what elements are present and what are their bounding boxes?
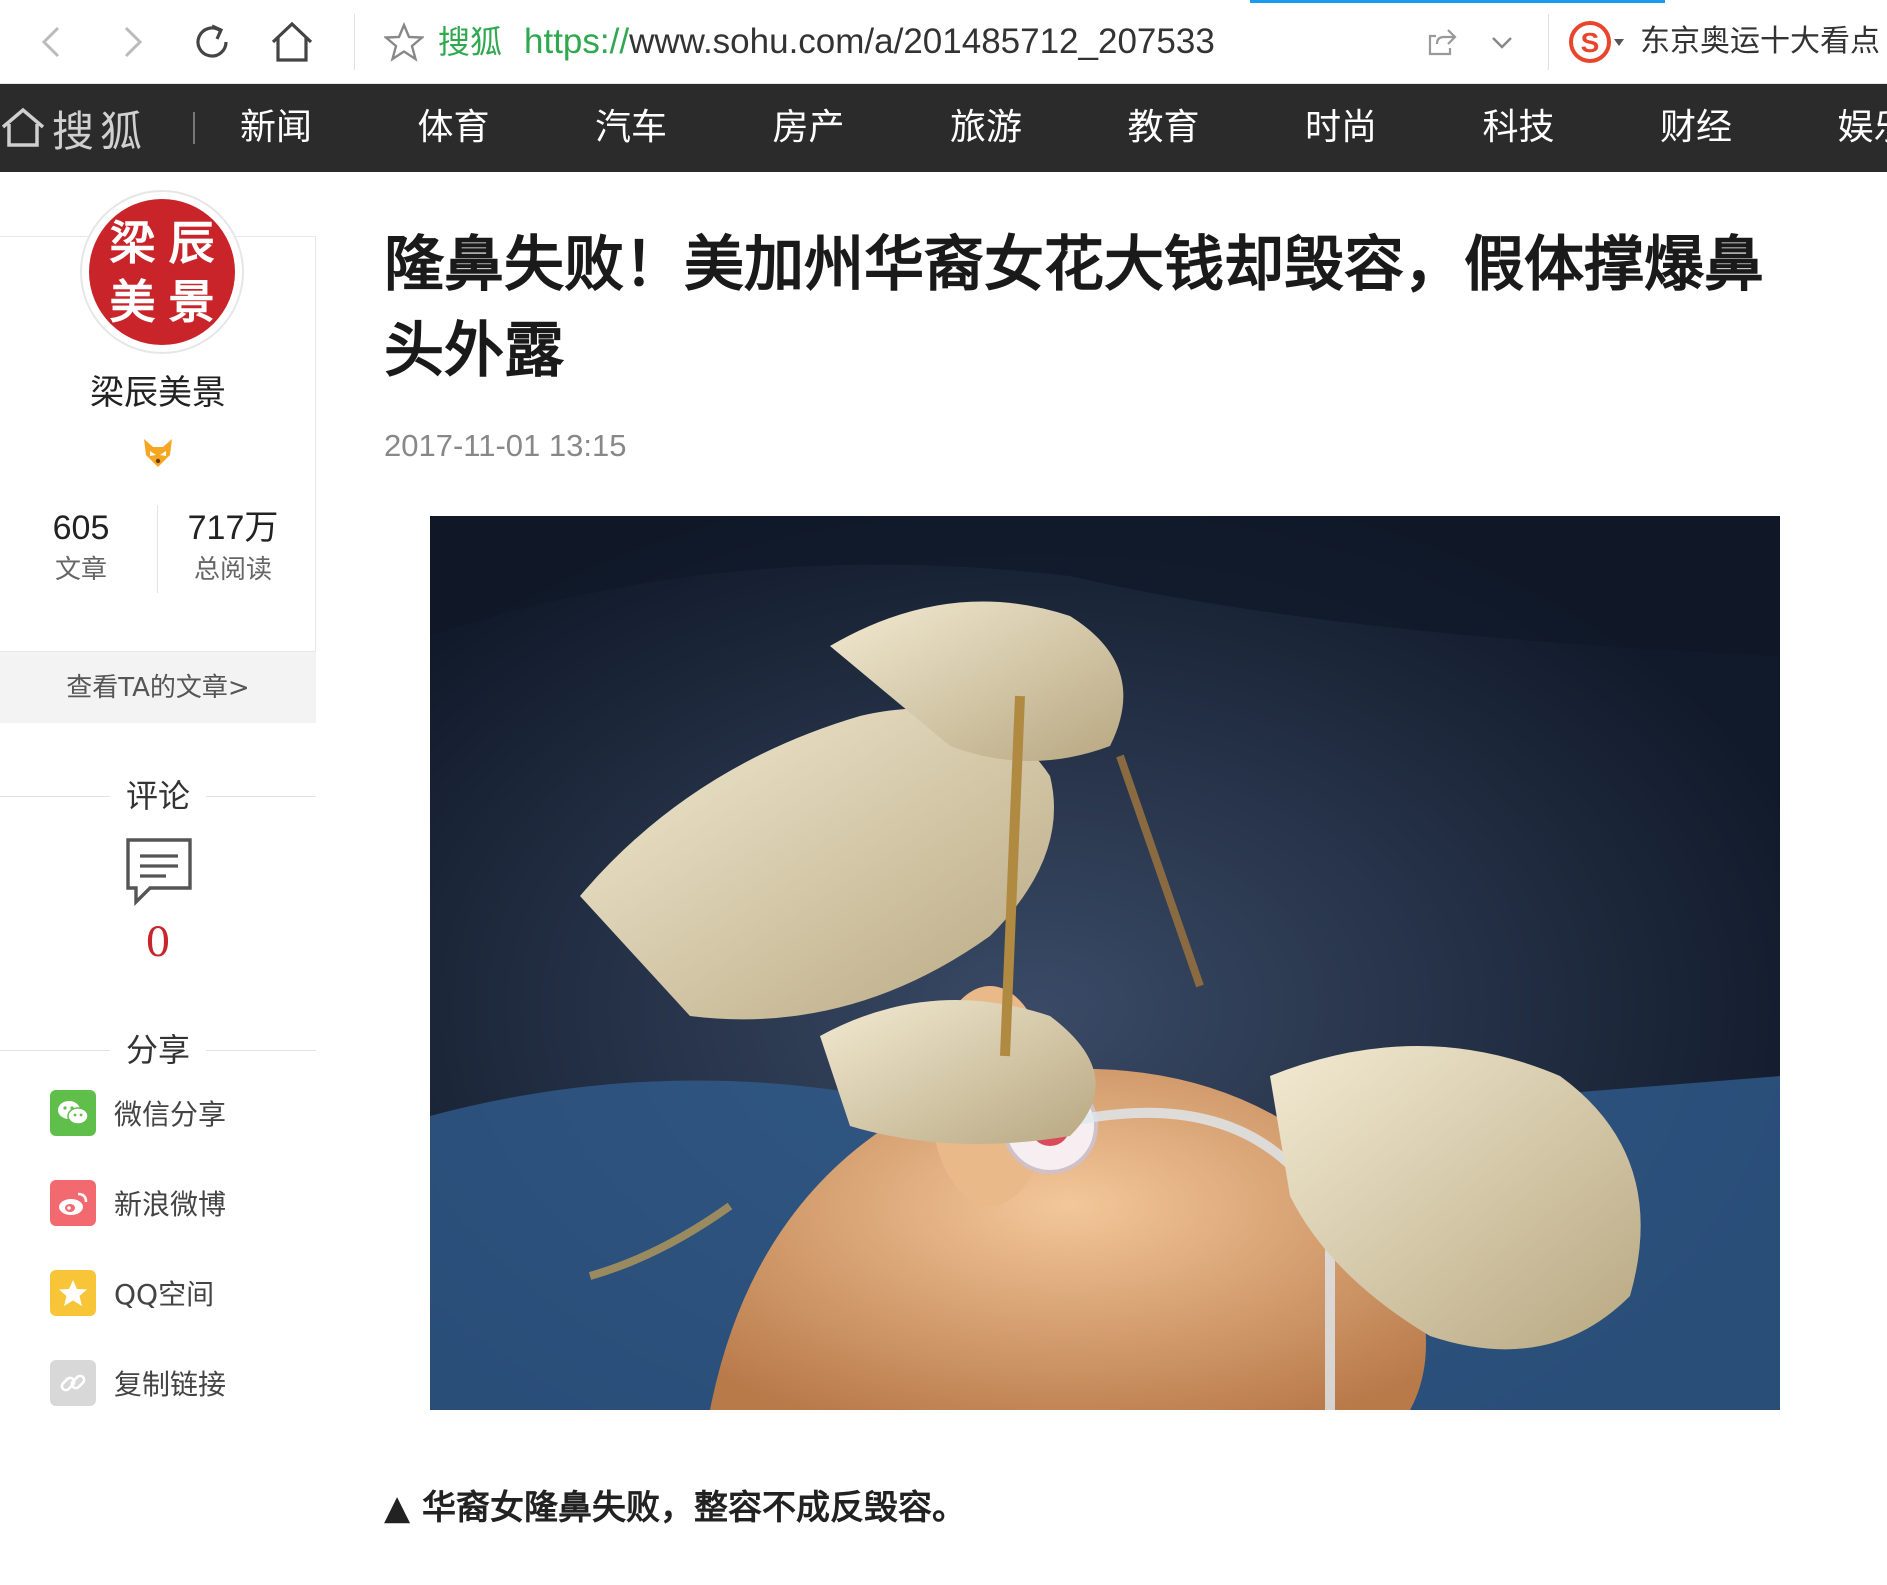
nav-item-10[interactable]: 娱乐 xyxy=(1838,104,1887,152)
photo-caption: ▲ 华裔女隆鼻失败，整容不成反毁容。 xyxy=(384,1488,966,1528)
share-qzone-label: QQ空间 xyxy=(114,1278,215,1311)
nav-item-9[interactable]: 财经 xyxy=(1660,104,1732,152)
comment-icon[interactable] xyxy=(124,836,194,906)
link-icon xyxy=(50,1360,96,1406)
total-reads-label: 总阅读 xyxy=(193,555,272,585)
article-publish-time: 2017-11-01 13:15 xyxy=(384,428,627,463)
page-load-progress xyxy=(1250,0,1665,3)
forward-arrow-icon xyxy=(124,26,143,58)
share-page-icon[interactable] xyxy=(1426,26,1458,58)
forward-button[interactable] xyxy=(104,14,160,70)
share-qzone[interactable]: QQ空间 xyxy=(50,1270,214,1316)
hot-search-link[interactable]: 东京奥运十大看点 xyxy=(1640,22,1880,62)
search-engine-dropdown-icon[interactable] xyxy=(1612,36,1626,48)
chevron-down-icon[interactable] xyxy=(1488,28,1516,56)
nav-item-3[interactable]: 汽车 xyxy=(595,104,667,152)
reload-icon xyxy=(196,24,228,58)
url-protocol: https:// xyxy=(524,22,630,61)
share-title: 分享 xyxy=(109,1031,206,1069)
url-path: www.sohu.com/a/201485712_207533 xyxy=(629,22,1215,61)
article-title: 隆鼻失败！美加州华裔女花大钱却毁容，假体撑爆鼻头外露 xyxy=(384,230,1764,386)
back-button[interactable] xyxy=(24,14,80,70)
browser-toolbar: 搜狐 https://www.sohu.com/a/201485712_2075… xyxy=(0,0,1887,84)
view-author-articles-link[interactable]: 查看TA的文章> xyxy=(0,651,316,723)
share-copy-link-label: 复制链接 xyxy=(114,1368,227,1401)
channel-navigation: 搜狐 新闻 体育 汽车 房产 旅游 教育 时尚 科技 财经 娱乐 xyxy=(0,84,1887,172)
surgery-photo-illustration xyxy=(430,516,1780,1410)
nav-item-8[interactable]: 科技 xyxy=(1483,104,1555,152)
fox-badge-icon xyxy=(144,439,172,467)
toolbar-divider xyxy=(354,14,355,70)
article-count-stat: 605 文章 xyxy=(6,507,156,587)
avatar-char: 梁 xyxy=(109,215,156,270)
share-wechat[interactable]: 微信分享 xyxy=(50,1090,226,1136)
avatar-char: 美 xyxy=(109,274,156,329)
nav-item-1[interactable]: 新闻 xyxy=(240,104,312,152)
svg-text:S: S xyxy=(1581,27,1600,58)
share-weibo-label: 新浪微博 xyxy=(114,1188,227,1221)
article-photo xyxy=(430,516,1780,1410)
weibo-icon xyxy=(50,1180,96,1226)
total-reads: 717万 xyxy=(187,509,279,547)
article-count: 605 xyxy=(52,509,110,547)
comments-section-header: 评论 xyxy=(0,774,316,818)
nav-item-4[interactable]: 房产 xyxy=(773,104,845,152)
share-weibo[interactable]: 新浪微博 xyxy=(50,1180,226,1226)
avatar-char: 景 xyxy=(168,274,215,329)
total-reads-stat: 717万 总阅读 xyxy=(158,507,308,587)
home-icon xyxy=(271,21,313,62)
share-wechat-label: 微信分享 xyxy=(114,1098,227,1131)
wechat-icon xyxy=(50,1090,96,1136)
comments-title: 评论 xyxy=(109,777,206,815)
avatar-char: 辰 xyxy=(168,215,215,270)
site-name-label: 搜狐 xyxy=(438,23,503,61)
comment-count[interactable]: 0 xyxy=(0,918,316,968)
share-copy-link[interactable]: 复制链接 xyxy=(50,1360,226,1406)
share-section-header: 分享 xyxy=(0,1028,316,1072)
nav-item-5[interactable]: 旅游 xyxy=(950,104,1022,152)
address-bar[interactable]: https://www.sohu.com/a/201485712_207533 xyxy=(524,20,1215,64)
toolbar-divider xyxy=(1548,14,1549,70)
avatar-seal-logo: 梁 辰 美 景 xyxy=(89,199,235,345)
back-arrow-icon xyxy=(41,26,60,58)
sogou-search-icon[interactable]: S xyxy=(1568,20,1612,64)
nav-item-6[interactable]: 教育 xyxy=(1128,104,1200,152)
nav-item-2[interactable]: 体育 xyxy=(418,104,490,152)
home-button[interactable] xyxy=(264,14,320,70)
reload-button[interactable] xyxy=(184,14,240,70)
sohu-home-icon xyxy=(1,107,45,147)
qzone-icon xyxy=(50,1270,96,1316)
nav-item-7[interactable]: 时尚 xyxy=(1305,104,1377,152)
author-name[interactable]: 梁辰美景 xyxy=(0,371,316,415)
bookmark-star-icon[interactable] xyxy=(384,22,424,62)
avatar[interactable]: 梁 辰 美 景 xyxy=(80,190,244,354)
sohu-logo-text: 搜狐 xyxy=(52,106,149,156)
nav-divider xyxy=(193,112,195,144)
sohu-logo[interactable]: 搜狐 xyxy=(0,98,148,158)
article-count-label: 文章 xyxy=(54,555,107,585)
